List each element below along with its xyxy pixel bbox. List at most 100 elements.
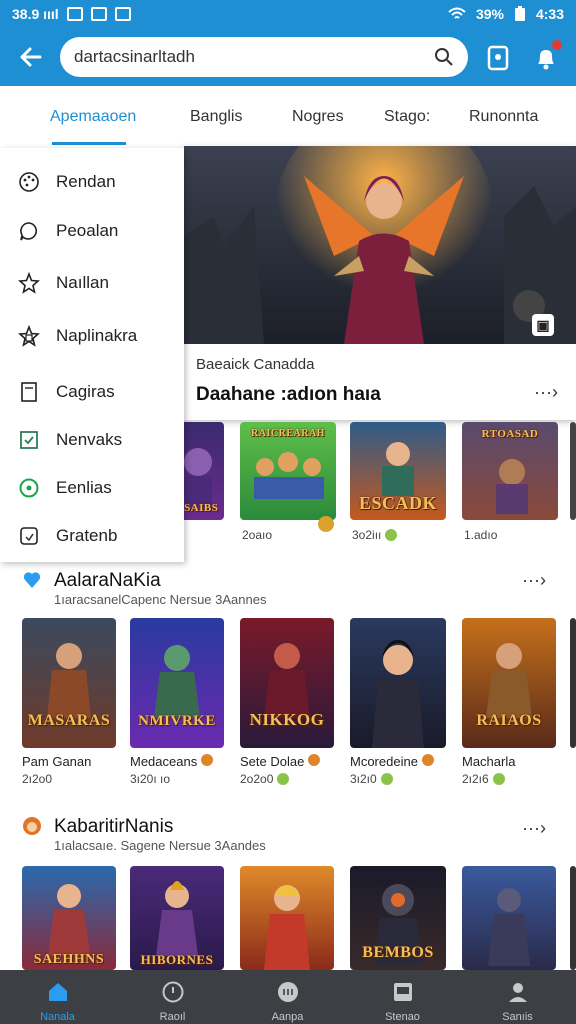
tab-apemaaoen[interactable]: Apemaaoen bbox=[50, 108, 136, 126]
game-card-art-title: RTOASAD bbox=[481, 428, 539, 440]
game-card-edge bbox=[570, 618, 576, 748]
section-more-button[interactable]: ···› bbox=[522, 818, 546, 839]
section-subtitle: 1ıaracsanelCapenc Nersue 3Aannes bbox=[54, 592, 267, 607]
game-card[interactable]: NIKKOG bbox=[240, 618, 334, 748]
location-pin-icon[interactable] bbox=[482, 42, 514, 74]
tablet-icon bbox=[393, 983, 412, 1001]
drawer-item-naplinakra[interactable]: Naplinakra bbox=[0, 314, 184, 358]
game-card-art-title: NIKKOG bbox=[249, 710, 325, 729]
coin-badge-icon bbox=[200, 754, 213, 766]
document-icon bbox=[21, 382, 37, 402]
game-card[interactable] bbox=[240, 866, 334, 970]
game-card[interactable] bbox=[350, 618, 446, 748]
coin-badge-icon bbox=[307, 754, 320, 766]
game-card[interactable]: RAICREARAH bbox=[240, 422, 336, 520]
game-card-name: Pam Ganan bbox=[22, 754, 92, 769]
notifications-button[interactable] bbox=[530, 38, 564, 74]
drawer-item-label: Naıllan bbox=[56, 273, 109, 292]
game-card-meta: 2o2o0 bbox=[240, 772, 290, 786]
nav-games[interactable]: Aanpa bbox=[230, 970, 345, 1024]
drawer-item-eenlias[interactable]: Eenlias bbox=[0, 466, 184, 510]
search-bar[interactable]: dartacsinarltadh bbox=[60, 37, 468, 77]
info-icon bbox=[162, 981, 183, 1003]
drawer-item-peoalan[interactable]: Peoalan bbox=[0, 209, 184, 253]
game-card[interactable] bbox=[462, 866, 556, 970]
tab-runonnta[interactable]: Runonnta bbox=[469, 108, 538, 126]
game-card-meta: 1.adıo bbox=[464, 528, 498, 542]
nav-label: Stenao bbox=[385, 1011, 420, 1023]
message-icon bbox=[90, 7, 107, 21]
check-badge-icon bbox=[385, 529, 398, 541]
nav-info[interactable]: Raoıl bbox=[115, 970, 230, 1024]
section-more-button[interactable]: ···› bbox=[522, 570, 546, 591]
nav-label: Raoıl bbox=[159, 1011, 186, 1023]
nav-label: Aanpa bbox=[271, 1011, 304, 1023]
nav-home[interactable]: Nanala bbox=[0, 970, 115, 1024]
drawer-item-naillan[interactable]: Naıllan bbox=[0, 261, 184, 305]
game-card-meta: 2ı2o0 bbox=[22, 772, 53, 786]
notification-icon bbox=[66, 7, 83, 21]
clock: 4:33 bbox=[535, 6, 564, 22]
game-card-edge bbox=[570, 866, 576, 970]
mascot-icon bbox=[23, 817, 41, 835]
featured-banner[interactable]: ▣ Baeaick Canadda Daahane :adıon haıa ··… bbox=[184, 146, 576, 420]
nav-label: Sanıis bbox=[502, 1011, 533, 1023]
tab-banglis[interactable]: Banglis bbox=[190, 108, 242, 126]
search-input[interactable]: dartacsinarltadh bbox=[74, 47, 434, 67]
nav-profile[interactable]: Sanıis bbox=[460, 970, 575, 1024]
back-arrow-icon[interactable] bbox=[14, 40, 48, 74]
section-subtitle: 1ıalacsaıe. Sagene Nersue 3Aandes bbox=[54, 838, 266, 853]
chat-icon bbox=[20, 222, 38, 241]
check-badge-icon bbox=[380, 773, 393, 785]
game-card[interactable]: ESCADK bbox=[350, 422, 446, 520]
game-card[interactable]: HIBORNES bbox=[130, 866, 224, 970]
drawer-item-label: Peoalan bbox=[56, 221, 119, 240]
drawer-item-cagiras[interactable]: Cagiras bbox=[0, 370, 184, 414]
game-card-name: Macharla bbox=[462, 754, 516, 769]
game-card-meta: 2oaıo bbox=[242, 528, 273, 542]
game-card-art-title: ESCADK bbox=[358, 493, 437, 513]
notification-badge bbox=[550, 38, 564, 52]
game-card[interactable]: BEMBOS bbox=[350, 866, 446, 970]
banner-artwork: ▣ bbox=[184, 146, 576, 344]
section-title: AalaraNaKia bbox=[54, 570, 161, 591]
check-box-icon bbox=[20, 431, 38, 449]
drawer-item-rendan[interactable]: Rendan bbox=[0, 160, 184, 204]
game-card-art-title: SAEHHNS bbox=[33, 952, 105, 967]
search-icon[interactable] bbox=[434, 47, 454, 67]
star-icon bbox=[18, 272, 40, 294]
check-badge-icon bbox=[492, 773, 505, 785]
drawer-item-nenvaks[interactable]: Nenvaks bbox=[0, 418, 184, 462]
game-card[interactable]: RAIAOS bbox=[462, 618, 556, 748]
status-bar: 38.9 ıııl 39% 4:33 bbox=[0, 0, 576, 28]
tab-stago[interactable]: Stago: bbox=[384, 108, 430, 126]
active-tab-indicator bbox=[52, 142, 126, 145]
game-card-art-title: RAICREARAH bbox=[251, 428, 325, 439]
video-badge-icon: ▣ bbox=[532, 314, 554, 336]
game-card[interactable]: RTOASAD bbox=[462, 422, 558, 520]
game-card[interactable]: SAEHHNS bbox=[22, 866, 116, 970]
game-card-name: Medaceans bbox=[130, 754, 213, 769]
game-card[interactable]: MASARAS bbox=[22, 618, 116, 748]
drawer-item-gratenb[interactable]: Gratenb bbox=[0, 514, 184, 558]
nav-label: Nanala bbox=[40, 1011, 75, 1023]
game-card-meta: 3ı20ı ıo bbox=[130, 772, 171, 786]
bottom-navigation: Nanala Raoıl Aanpa Stenao Sanıis bbox=[0, 970, 576, 1024]
game-card-name: Sete Dolae bbox=[240, 754, 320, 769]
nav-tablet[interactable]: Stenao bbox=[345, 970, 460, 1024]
drawer-item-label: Gratenb bbox=[56, 526, 118, 545]
banner-more-button[interactable]: ···› bbox=[534, 382, 558, 403]
game-card-edge bbox=[570, 422, 576, 520]
tab-nogres[interactable]: Nogres bbox=[292, 108, 344, 126]
battery-icon bbox=[514, 6, 525, 21]
app-header: dartacsinarltadh bbox=[0, 28, 576, 86]
check-badge-icon bbox=[277, 773, 290, 785]
game-card-name: Mcoredeine bbox=[350, 754, 434, 769]
chat-circle-icon bbox=[19, 478, 39, 498]
heart-icon bbox=[23, 572, 41, 588]
game-card[interactable]: NMIVRKE bbox=[130, 618, 224, 748]
drawer-item-label: Eenlias bbox=[56, 478, 112, 497]
coin-badge-icon bbox=[421, 754, 434, 766]
app-icon bbox=[114, 7, 131, 21]
palette-icon bbox=[19, 172, 39, 192]
